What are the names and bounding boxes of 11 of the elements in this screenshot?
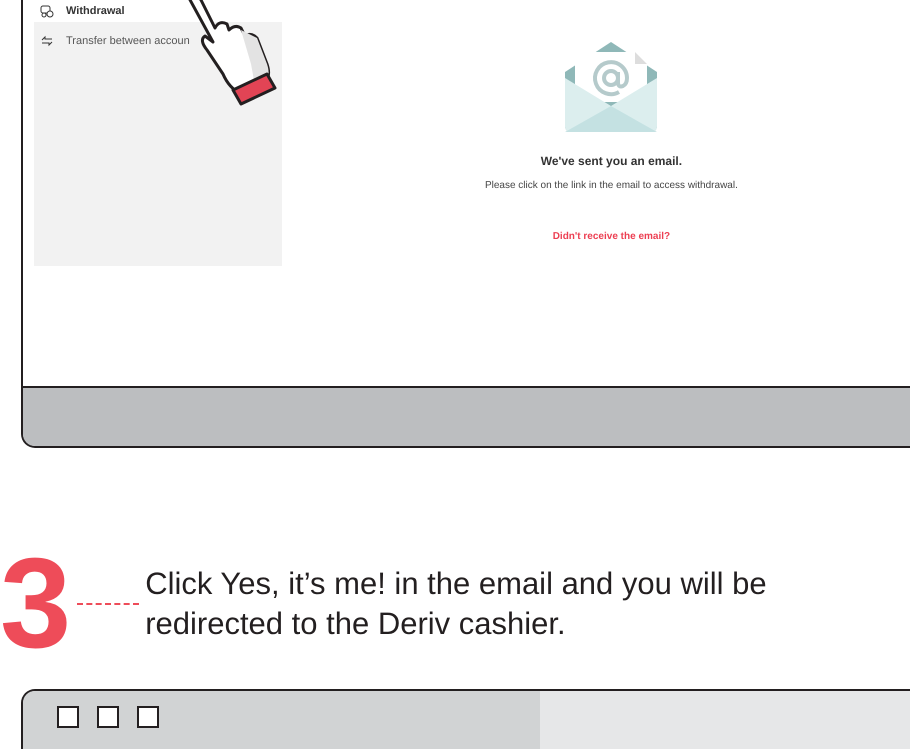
step-number: 3	[0, 540, 72, 668]
wallet-coins-icon	[40, 4, 54, 18]
step-instruction: Click Yes, it’s me! in the email and you will be redirected to the Deriv cashier.	[145, 565, 768, 643]
transfer-arrows-icon	[40, 35, 54, 47]
window-control-icon[interactable]	[57, 706, 79, 728]
message-title: We've sent you an email.	[540, 153, 682, 170]
envelope-at-icon	[565, 42, 658, 132]
window-control-icon[interactable]	[137, 706, 159, 728]
message-body: Please click on the link in the email to access withdrawal.	[484, 179, 738, 193]
window-control-icon[interactable]	[97, 706, 119, 728]
resend-email-link[interactable]: Didn't receive the email?	[552, 229, 670, 244]
